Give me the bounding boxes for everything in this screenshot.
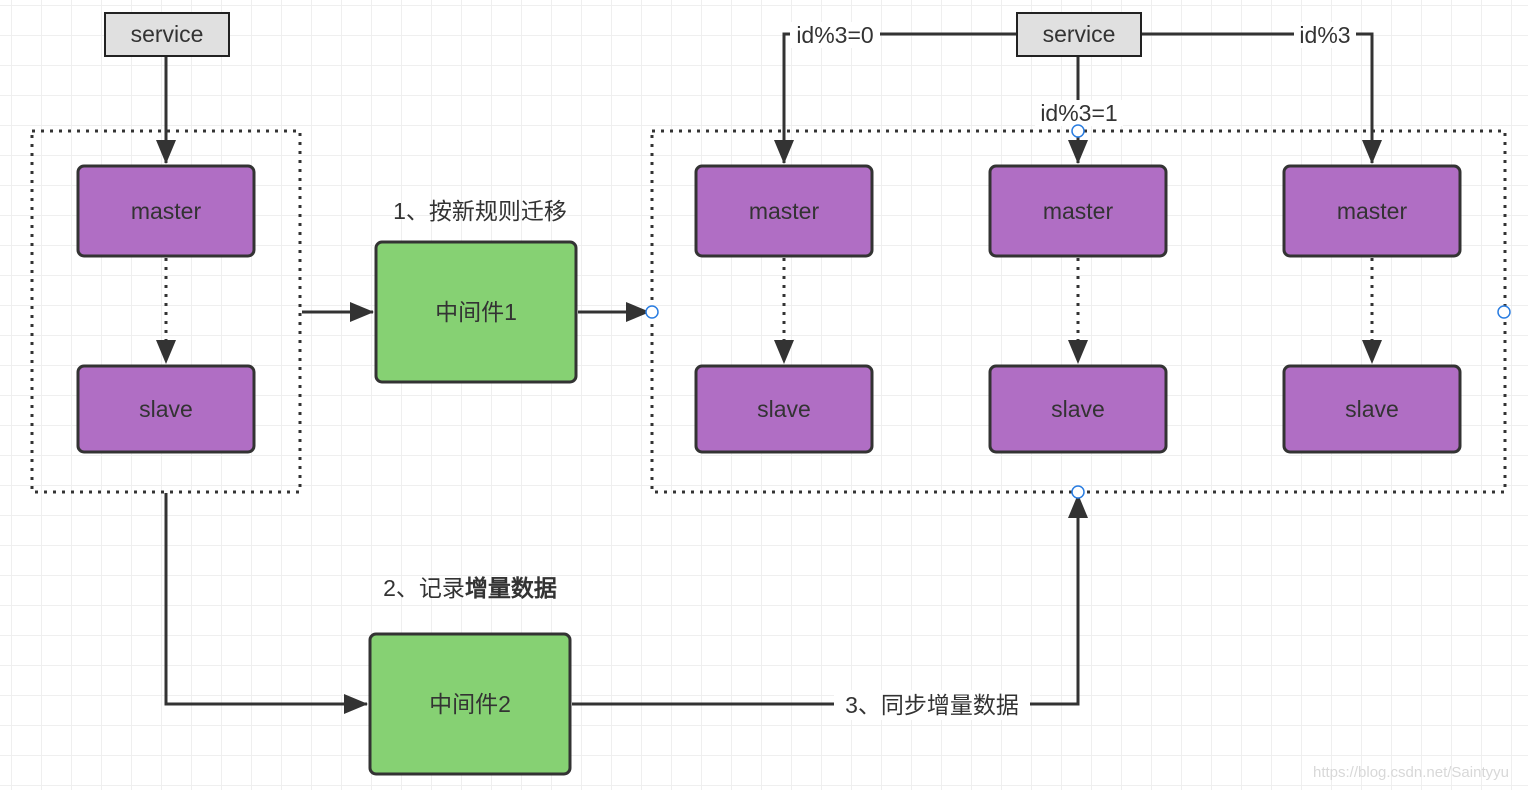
route0-label: id%3=0: [796, 22, 873, 48]
step3-label: 3、同步增量数据: [845, 692, 1019, 718]
connection-port[interactable]: [1071, 124, 1085, 138]
left-master-node[interactable]: master: [76, 164, 256, 258]
shard0-slave-label: slave: [757, 396, 811, 422]
left-service-label: service: [131, 21, 204, 47]
shard1-master-label: master: [1043, 198, 1114, 224]
step1-label: 1、按新规则迁移: [393, 198, 567, 224]
left-master-label: master: [131, 198, 202, 224]
middleware1-label: 中间件1: [435, 299, 517, 325]
shard0-master-label: master: [749, 198, 820, 224]
route1-label: id%3=1: [1040, 100, 1117, 126]
diagram-canvas: service master slave 1、按新规则迁移 中间件1 id%3=…: [0, 0, 1528, 790]
shard2-slave-label: slave: [1345, 396, 1399, 422]
shard1-slave-label: slave: [1051, 396, 1105, 422]
right-service-label: service: [1043, 21, 1116, 47]
middleware2-node[interactable]: 中间件2: [368, 632, 572, 776]
middleware2-label: 中间件2: [429, 691, 511, 717]
connection-port[interactable]: [1071, 485, 1085, 499]
right-service-node[interactable]: service: [1016, 12, 1142, 57]
left-slave-label: slave: [139, 396, 193, 422]
connection-port[interactable]: [1497, 305, 1511, 319]
left-service-node[interactable]: service: [104, 12, 230, 57]
left-slave-node[interactable]: slave: [76, 364, 256, 454]
middleware1-node[interactable]: 中间件1: [374, 240, 578, 384]
watermark: https://blog.csdn.net/Saintyyu: [1313, 764, 1509, 781]
step2-label: 2、记录增量数据: [383, 575, 557, 601]
shard2-master-label: master: [1337, 198, 1408, 224]
route2-label: id%3: [1299, 22, 1350, 48]
connection-port[interactable]: [645, 305, 659, 319]
